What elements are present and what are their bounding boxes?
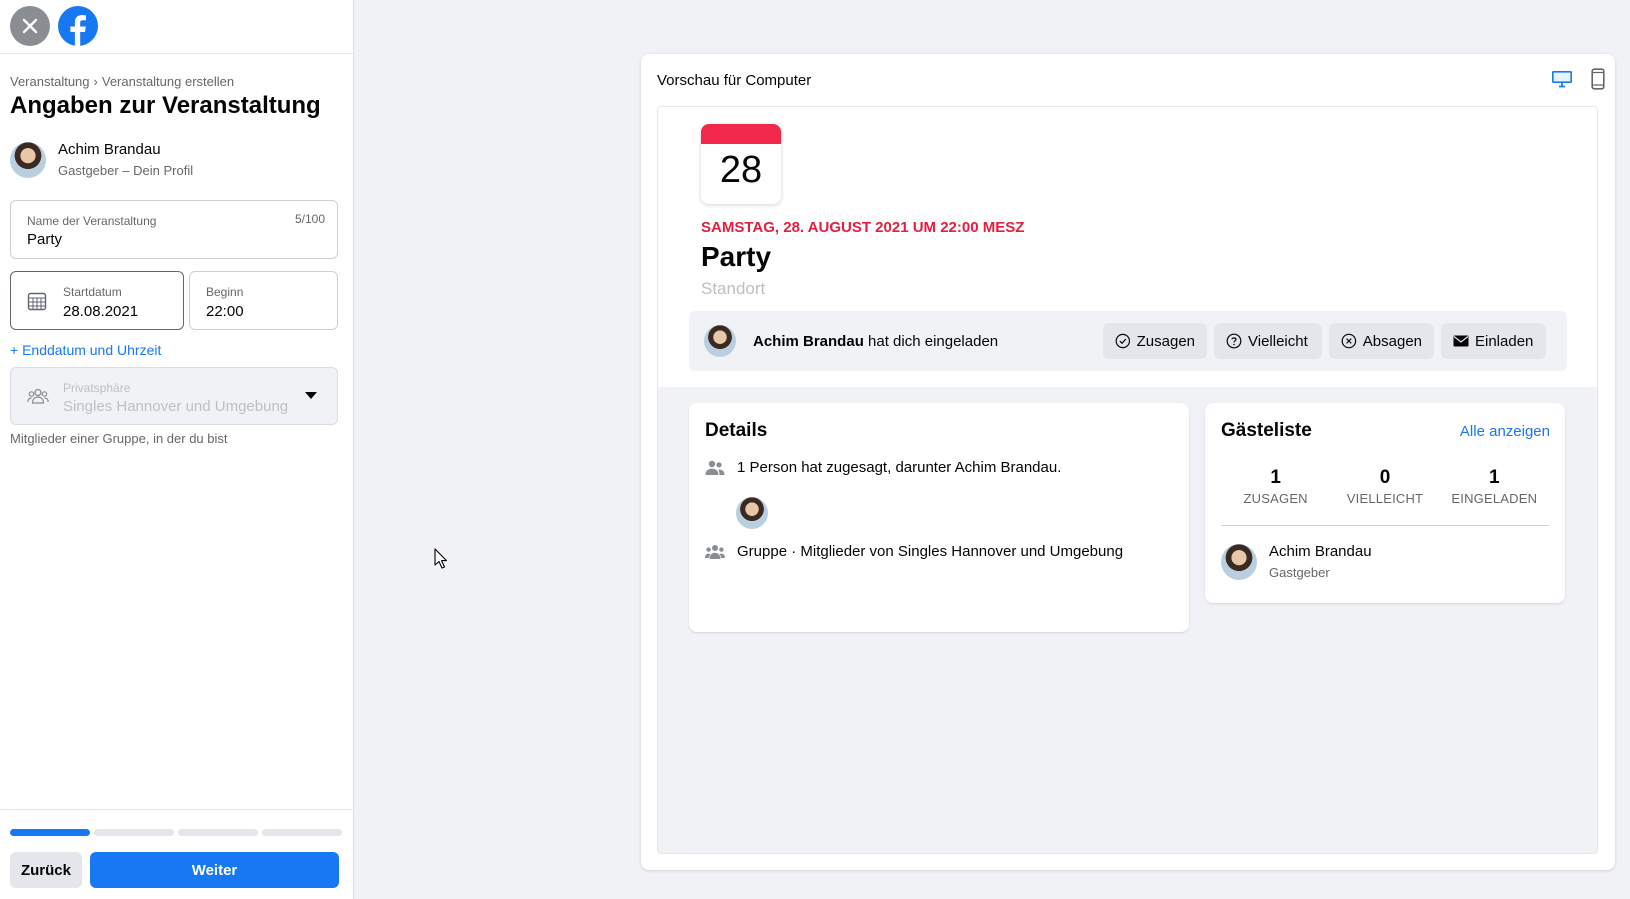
avatar — [1221, 543, 1257, 580]
x-circle-icon — [1341, 333, 1357, 349]
privacy-help-text: Mitglieder einer Gruppe, in der du bist — [10, 431, 228, 446]
maybe-label: Vielleicht — [1248, 332, 1308, 350]
create-event-panel: Veranstaltung › Veranstaltung erstellen An… — [0, 0, 354, 899]
going-summary: 1 Person hat zugesagt, darunter Achim Br… — [705, 459, 1061, 476]
inviter-name: Achim Brandau — [753, 333, 864, 350]
maybe-button[interactable]: Vielleicht — [1214, 323, 1322, 359]
group-info: Gruppe · Mitglieder von Singles Hannover… — [705, 543, 1123, 560]
guest-stats: 1 ZUSAGEN 0 VIELLEICHT 1 EINGELADEN — [1221, 467, 1549, 506]
back-button[interactable]: Zurück — [10, 852, 82, 888]
event-location: Standort — [701, 279, 766, 298]
check-circle-icon — [1115, 333, 1131, 349]
invite-label: Einladen — [1475, 332, 1534, 350]
close-icon — [22, 18, 38, 34]
page-title: Angaben zur Veranstaltung — [10, 92, 321, 119]
invite-suffix: hat dich eingeladen — [868, 333, 999, 350]
start-date-value[interactable]: 28.08.2021 — [63, 303, 138, 320]
desktop-icon[interactable] — [1551, 70, 1573, 88]
question-circle-icon — [1226, 333, 1242, 349]
panel-topbar — [0, 0, 353, 54]
see-all-link[interactable]: Alle anzeigen — [1460, 423, 1550, 440]
people-icon — [705, 460, 725, 475]
preview-title: Vorschau für Computer — [657, 72, 812, 89]
guest-host-row[interactable]: Achim Brandau Gastgeber — [1221, 543, 1372, 580]
guest-host-name: Achim Brandau — [1269, 543, 1372, 560]
breadcrumb: Veranstaltung › Veranstaltung erstellen — [10, 74, 234, 89]
stat-maybe-label: VIELLEICHT — [1346, 491, 1424, 506]
going-label: Zusagen — [1136, 332, 1195, 350]
stat-invited[interactable]: 1 EINGELADEN — [1440, 467, 1549, 506]
progress-step — [94, 829, 174, 836]
avatar — [704, 325, 736, 357]
start-time-value[interactable]: 22:00 — [206, 303, 244, 320]
event-name-value[interactable]: Party — [27, 231, 62, 248]
details-title: Details — [705, 420, 768, 441]
close-button[interactable] — [10, 6, 50, 46]
invite-button[interactable]: Einladen — [1441, 323, 1546, 359]
privacy-label: Privatsphäre — [63, 381, 131, 395]
breadcrumb-item-create: Veranstaltung erstellen — [101, 74, 235, 89]
panel-footer: Zurück Weiter — [0, 809, 354, 899]
progress-bar — [10, 829, 342, 836]
group-icon — [705, 544, 725, 559]
calendar-day: 28 — [719, 149, 763, 191]
decline-button[interactable]: Absagen — [1329, 323, 1434, 359]
invite-bar: Achim Brandau hat dich eingeladen Zusage… — [689, 311, 1567, 371]
decline-label: Absagen — [1362, 332, 1422, 350]
start-date-field[interactable]: Startdatum 28.08.2021 — [10, 271, 184, 330]
event-name-field[interactable]: Name der Veranstaltung 5/100 Party — [10, 200, 338, 259]
progress-step — [262, 829, 342, 836]
host-info: Achim Brandau Gastgeber – Dein Profil — [10, 141, 193, 178]
going-summary-text: 1 Person hat zugesagt, darunter Achim Br… — [737, 459, 1062, 476]
stat-invited-label: EINGELADEN — [1451, 491, 1538, 506]
guest-list-card: Gästeliste Alle anzeigen 1 ZUSAGEN 0 VIE… — [1205, 403, 1565, 603]
add-end-date-link[interactable]: + Enddatum und Uhrzeit — [10, 342, 161, 358]
stat-going-count: 1 — [1270, 467, 1281, 488]
stat-going-label: ZUSAGEN — [1243, 491, 1308, 506]
going-button[interactable]: Zusagen — [1103, 323, 1207, 359]
host-name: Achim Brandau — [58, 141, 161, 158]
group-info-text: Gruppe · Mitglieder von Singles Hannover… — [737, 543, 1124, 560]
privacy-value: Singles Hannover und Umgebung — [63, 398, 289, 415]
stat-invited-count: 1 — [1489, 467, 1500, 488]
calendar-icon — [27, 292, 47, 311]
chevron-down-icon — [305, 392, 317, 399]
divider — [1221, 525, 1549, 526]
preview-canvas: 28 SAMSTAG, 28. AUGUST 2021 UM 22:00 MES… — [657, 106, 1598, 854]
host-subtitle: Gastgeber – Dein Profil — [58, 163, 194, 178]
breadcrumb-separator: › — [93, 74, 98, 89]
stat-maybe-count: 0 — [1379, 467, 1391, 488]
facebook-logo-icon[interactable] — [58, 6, 98, 46]
event-preview: Vorschau für Computer 28 SAMSTAG, 28. AU… — [641, 54, 1615, 870]
event-header: 28 SAMSTAG, 28. AUGUST 2021 UM 22:00 MES… — [658, 107, 1597, 387]
next-button[interactable]: Weiter — [90, 852, 339, 888]
envelope-icon — [1453, 335, 1469, 347]
start-time-field[interactable]: Beginn 22:00 — [189, 271, 338, 330]
event-title: Party — [701, 241, 772, 272]
guest-host-role: Gastgeber — [1269, 565, 1330, 580]
char-counter: 5/100 — [294, 212, 325, 226]
stat-going[interactable]: 1 ZUSAGEN — [1221, 467, 1330, 506]
privacy-select[interactable]: Privatsphäre Singles Hannover und Umgebu… — [10, 367, 338, 425]
cursor-icon — [434, 548, 448, 569]
group-icon — [27, 388, 49, 404]
avatar[interactable] — [736, 497, 768, 529]
invite-text: Achim Brandau hat dich eingeladen — [753, 333, 998, 350]
avatar — [10, 141, 46, 178]
progress-step — [178, 829, 258, 836]
event-date: SAMSTAG, 28. AUGUST 2021 UM 22:00 MESZ — [701, 219, 1025, 236]
calendar-date-icon: 28 — [701, 124, 781, 204]
breadcrumb-item-event[interactable]: Veranstaltung — [10, 74, 90, 89]
mobile-icon[interactable] — [1591, 68, 1605, 90]
event-name-label: Name der Veranstaltung — [27, 214, 157, 228]
start-time-label: Beginn — [206, 285, 244, 299]
guest-list-title: Gästeliste — [1221, 420, 1312, 441]
start-date-label: Startdatum — [63, 285, 122, 299]
details-card: Details 1 Person hat zugesagt, darunter … — [689, 403, 1189, 632]
stat-maybe[interactable]: 0 VIELLEICHT — [1330, 467, 1439, 506]
progress-step — [10, 829, 90, 836]
